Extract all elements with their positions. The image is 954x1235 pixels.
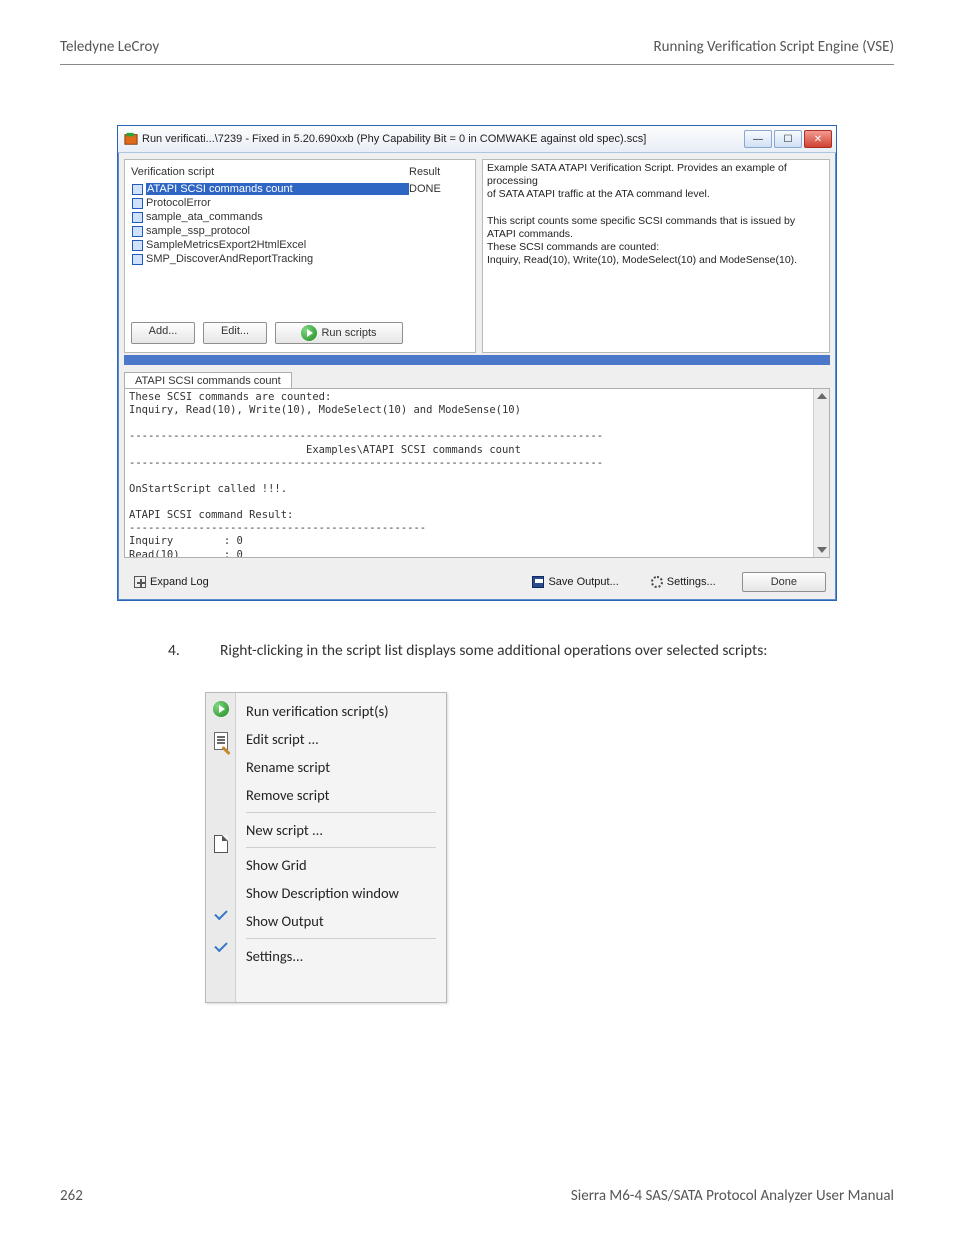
header-rule [60,64,894,65]
save-output-button[interactable]: Save Output... [526,574,624,590]
menu-new-script[interactable]: New script ... [240,816,442,844]
edit-icon [214,732,228,750]
script-name: SampleMetricsExport2HtmlExcel [146,239,409,251]
expand-label: Expand Log [150,576,209,588]
save-icon [532,576,544,588]
manual-title: Sierra M6-4 SAS/SATA Protocol Analyzer U… [571,1187,894,1205]
edit-button[interactable]: Edit... [203,322,267,344]
menu-remove-script[interactable]: Remove script [240,781,442,809]
titlebar: Run verificati...\7239 - Fixed in 5.20.6… [118,126,836,153]
minimize-button[interactable]: — [744,130,772,148]
context-menu: Run verification script(s) Edit script .… [205,692,447,1003]
script-list-panel: Verification script Result ATAPI SCSI co… [124,159,476,353]
header-right: Running Verification Script Engine (VSE) [653,38,894,56]
menu-settings[interactable]: Settings... [240,942,442,970]
script-icon [131,197,143,209]
menu-show-description[interactable]: Show Description window [240,879,442,907]
page-number: 262 [60,1187,83,1205]
expand-log-button[interactable]: Expand Log [128,574,215,590]
instruction-step: 4.Right-clicking in the script list disp… [220,641,866,662]
menu-separator [246,847,436,848]
check-icon [215,938,227,956]
script-list[interactable]: ATAPI SCSI commands count DONE ProtocolE… [131,182,469,312]
menu-show-grid[interactable]: Show Grid [240,851,442,879]
close-button[interactable]: ✕ [804,130,832,148]
description-panel: Example SATA ATAPI Verification Script. … [482,159,830,353]
output-text: These SCSI commands are counted: Inquiry… [129,391,825,558]
menu-gutter [206,693,236,1002]
script-row[interactable]: ProtocolError [131,196,469,210]
script-icon [131,253,143,265]
maximize-button[interactable]: ☐ [774,130,802,148]
settings-button[interactable]: Settings... [645,574,722,590]
play-icon [301,325,317,341]
splitter-bar[interactable] [124,355,830,365]
page-footer: 262 Sierra M6-4 SAS/SATA Protocol Analyz… [60,1187,894,1205]
script-icon [131,183,143,195]
menu-run-scripts[interactable]: Run verification script(s) [240,697,442,725]
menu-separator [246,812,436,813]
script-icon [131,225,143,237]
settings-label: Settings... [667,576,716,588]
output-log[interactable]: These SCSI commands are counted: Inquiry… [124,388,830,558]
done-button[interactable]: Done [742,572,826,592]
script-icon [131,239,143,251]
check-icon [215,906,227,924]
script-row[interactable]: ATAPI SCSI commands count DONE [131,182,469,196]
menu-separator [246,938,436,939]
col-result: Result [409,166,469,178]
header-left: Teledyne LeCroy [60,38,159,56]
expand-icon [134,576,146,588]
script-name: sample_ata_commands [146,211,409,223]
document-icon [214,835,228,853]
script-result: DONE [409,183,469,195]
gear-icon [651,576,663,588]
step-number: 4. [194,641,220,662]
col-name: Verification script [131,166,409,178]
script-name: sample_ssp_protocol [146,225,409,237]
script-row[interactable]: sample_ata_commands [131,210,469,224]
play-icon [213,701,229,717]
save-label: Save Output... [548,576,618,588]
script-row[interactable]: sample_ssp_protocol [131,224,469,238]
run-label: Run scripts [321,327,376,339]
script-name: ATAPI SCSI commands count [146,183,409,195]
script-row[interactable]: SampleMetricsExport2HtmlExcel [131,238,469,252]
menu-show-output[interactable]: Show Output [240,907,442,935]
script-icon [131,211,143,223]
menu-rename-script[interactable]: Rename script [240,753,442,781]
script-name: ProtocolError [146,197,409,209]
description-text: Example SATA ATAPI Verification Script. … [487,162,825,267]
window-title: Run verificati...\7239 - Fixed in 5.20.6… [142,133,744,145]
script-row[interactable]: SMP_DiscoverAndReportTracking [131,252,469,266]
run-scripts-button[interactable]: Run scripts [275,322,403,344]
script-name: SMP_DiscoverAndReportTracking [146,253,409,265]
menu-edit-script[interactable]: Edit script ... [240,725,442,753]
page-header: Teledyne LeCroy Running Verification Scr… [0,0,954,64]
scrollbar[interactable] [813,389,829,557]
add-button[interactable]: Add... [131,322,195,344]
list-header: Verification script Result [131,164,469,182]
vse-dialog: Run verificati...\7239 - Fixed in 5.20.6… [117,125,837,601]
app-icon [124,132,138,146]
step-text: Right-clicking in the script list displa… [220,641,767,660]
output-tab[interactable]: ATAPI SCSI commands count [124,372,292,389]
